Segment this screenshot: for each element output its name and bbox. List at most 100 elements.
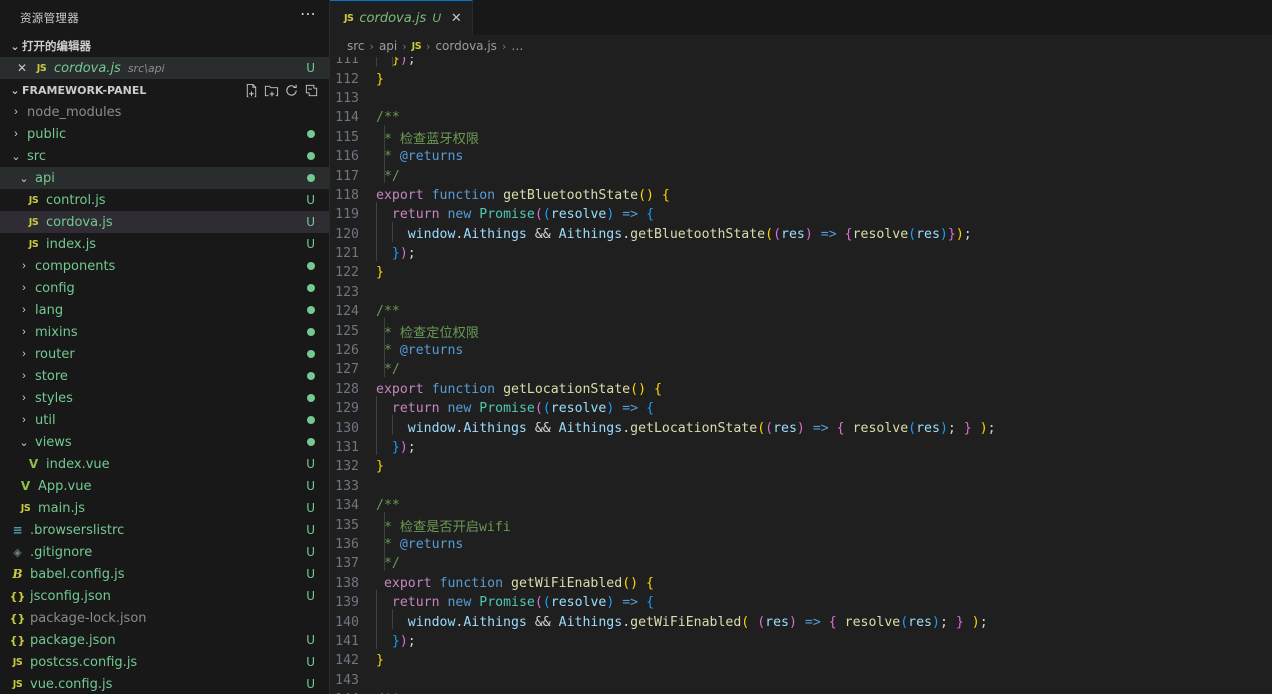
tree-item-router[interactable]: › router <box>0 343 329 365</box>
tree-item-main-js[interactable]: JS main.js U <box>0 497 329 519</box>
tree-item-vue-config-js[interactable]: JS vue.config.js U <box>0 673 329 694</box>
tree-item-src[interactable]: ⌄ src <box>0 145 329 167</box>
code-token: res <box>781 226 805 242</box>
code-editor[interactable]: 111 }); 112} 113 114/** 115 * 检查蓝牙权限 116 * @r… <box>330 57 1272 694</box>
code-indent-guide <box>383 337 385 358</box>
refresh-icon[interactable] <box>284 83 299 98</box>
explorer-more-actions-icon[interactable]: ⋯ <box>300 6 317 25</box>
line-number: 113 <box>335 90 359 106</box>
git-status-dot <box>307 262 315 270</box>
chevron-right-icon[interactable]: › <box>16 414 32 426</box>
git-status-dot <box>307 130 315 138</box>
tree-item--gitignore[interactable]: ◈ .gitignore U <box>0 541 329 563</box>
breadcrumb-item[interactable]: … <box>511 39 523 53</box>
tree-item-api[interactable]: ⌄ api <box>0 167 329 189</box>
chevron-right-icon[interactable]: › <box>16 392 32 404</box>
code-token: Promise <box>479 595 535 611</box>
tab-git-status: U <box>432 11 441 25</box>
tree-item-components[interactable]: › components <box>0 255 329 277</box>
tab-cordova-js[interactable]: JS cordova.js U ✕ <box>330 0 473 35</box>
code-token: export <box>383 575 432 591</box>
line-number: 117 <box>335 168 359 184</box>
tab-close-icon[interactable]: ✕ <box>451 10 462 26</box>
line-number: 121 <box>335 246 359 262</box>
code-indent-guide <box>376 628 377 649</box>
collapse-all-icon[interactable] <box>304 83 319 98</box>
tree-item-babel-config-js[interactable]: Bbabel.config.js U <box>0 563 329 585</box>
tree-item-package-json[interactable]: {} package.json U <box>0 629 329 651</box>
code-line: 134 /** <box>330 496 1272 515</box>
code-indent-guide <box>376 415 377 436</box>
chevron-right-icon[interactable]: › <box>16 326 32 338</box>
tree-item-app-vue[interactable]: V App.vue U <box>0 475 329 497</box>
section-project-header[interactable]: ⌄ FRAMEWORK-PANEL <box>0 79 329 101</box>
open-editor-item-cordova[interactable]: ✕ JS cordova.js src\api U <box>0 57 329 79</box>
js-file-icon: JS <box>12 656 23 668</box>
tree-item-config[interactable]: › config <box>0 277 329 299</box>
code-token: => <box>812 420 829 436</box>
section-open-editors-header[interactable]: ⌄ 打开的编辑器 <box>0 35 329 57</box>
code-token: getWiFiEnabled <box>630 614 742 630</box>
tree-item-mixins[interactable]: › mixins <box>0 321 329 343</box>
tree-item-public[interactable]: › public <box>0 123 329 145</box>
breadcrumb-item[interactable]: src <box>347 39 365 53</box>
tree-item-label: package-lock.json <box>30 610 147 626</box>
code-token: */ <box>376 556 400 572</box>
code-line: 143 <box>330 671 1272 690</box>
explorer-sidebar: 资源管理器 ⋯ ⌄ 打开的编辑器 ✕ JS cordova.js src\api… <box>0 0 330 694</box>
tree-item-node-modules[interactable]: › node_modules <box>0 101 329 123</box>
code-token: . <box>622 420 631 436</box>
breadcrumb-item[interactable]: api <box>379 39 397 53</box>
chevron-right-icon[interactable]: › <box>8 106 24 118</box>
chevron-right-icon[interactable]: › <box>8 128 24 140</box>
tree-item--browserslistrc[interactable]: ≡ .browserslistrc U <box>0 519 329 541</box>
code-token: () <box>638 187 654 203</box>
tree-item-cordova-js[interactable]: JS cordova.js U <box>0 211 329 233</box>
chevron-right-icon[interactable]: › <box>16 348 32 360</box>
tree-item-util[interactable]: › util <box>0 409 329 431</box>
new-file-icon[interactable] <box>244 83 259 98</box>
code-token: * 检查定位权限 <box>376 325 479 341</box>
tree-item-jsconfig-json[interactable]: {} jsconfig.json U <box>0 585 329 607</box>
tree-item-control-js[interactable]: JS control.js U <box>0 189 329 211</box>
chevron-right-icon[interactable]: › <box>16 304 32 316</box>
tree-item-styles[interactable]: › styles <box>0 387 329 409</box>
tree-item-postcss-config-js[interactable]: JS postcss.config.js U <box>0 651 329 673</box>
tree-item-index-js[interactable]: JS index.js U <box>0 233 329 255</box>
code-token: res <box>916 420 940 436</box>
chevron-down-icon[interactable]: ⌄ <box>16 436 32 449</box>
code-token: } <box>391 633 400 649</box>
code-indent-guide <box>376 434 377 455</box>
chevron-down-icon[interactable]: ⌄ <box>8 150 24 163</box>
tree-item-index-vue[interactable]: Vindex.vue U <box>0 453 329 475</box>
chevron-right-icon[interactable]: › <box>16 260 32 272</box>
chevron-right-icon[interactable]: › <box>16 282 32 294</box>
tree-item-label: api <box>35 170 55 186</box>
tree-item-store[interactable]: › store <box>0 365 329 387</box>
tree-item-lang[interactable]: › lang <box>0 299 329 321</box>
git-status-badge: U <box>306 589 315 603</box>
code-line: 124 /** <box>330 302 1272 321</box>
code-token: @returns <box>399 536 464 552</box>
chevron-down-icon[interactable]: ⌄ <box>16 172 32 185</box>
breadcrumb-item[interactable]: cordova.js <box>435 39 496 53</box>
code-indent-guide <box>376 57 377 67</box>
code-token: { <box>653 381 662 397</box>
tree-item-views[interactable]: ⌄ views <box>0 431 329 453</box>
explorer-title: 资源管理器 <box>20 10 79 25</box>
code-token: function <box>439 575 504 591</box>
close-icon[interactable]: ✕ <box>12 61 32 75</box>
tree-item-package-lock-json[interactable]: {} package-lock.json <box>0 607 329 629</box>
chevron-right-icon[interactable]: › <box>16 370 32 382</box>
code-text: /** <box>376 498 400 513</box>
code-text: export function getLocationState() { <box>376 382 662 397</box>
line-number: 129 <box>335 401 359 417</box>
new-folder-icon[interactable] <box>264 83 279 98</box>
